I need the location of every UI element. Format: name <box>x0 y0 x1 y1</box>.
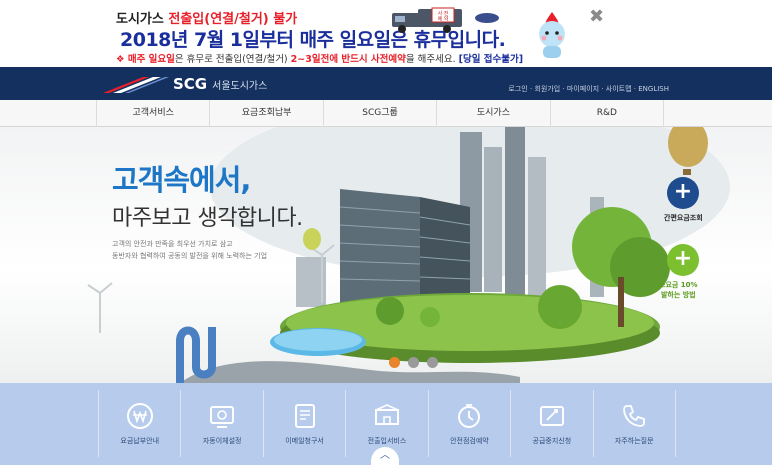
util-english[interactable]: ENGLISH <box>638 85 669 93</box>
nav-item-rnd[interactable]: R&D <box>551 100 665 127</box>
slide-dot-3[interactable] <box>427 357 438 368</box>
safety-check-icon <box>458 404 481 428</box>
save-gas-bill-label[interactable]: 스요금 10% 발하는 방법 <box>659 280 698 300</box>
slide-pager <box>389 357 446 368</box>
util-sitemap[interactable]: 사이트맵 <box>606 85 632 93</box>
quick-item-safety-check[interactable]: 안전점검예약 <box>429 390 512 457</box>
util-mypage[interactable]: 마이페이지 <box>567 85 599 93</box>
svg-text:예 약: 예 약 <box>438 16 449 23</box>
logo-mark-icon <box>103 77 169 93</box>
notice-reservation: 2~3일전에 반드시 사전예약 <box>290 54 406 65</box>
notice-no-same-day: [당일 접수불가] <box>458 54 524 65</box>
email-bill-icon <box>294 404 315 428</box>
save-gas-bill-button[interactable]: + <box>667 244 699 276</box>
quick-item-label: 공급중지신청 <box>532 437 572 445</box>
quick-item-faq[interactable]: 자주하는질문 <box>594 390 676 457</box>
supply-stop-icon <box>539 406 564 426</box>
hero-description: 고객의 안전과 만족을 최우선 가치로 삼고 동반자와 협력하여 공동의 발전을… <box>112 238 267 262</box>
nav-item-city-gas[interactable]: 도시가스 <box>437 100 551 127</box>
quick-bill-lookup-button[interactable]: + <box>667 177 699 209</box>
auto-transfer-icon <box>210 406 235 428</box>
move-service-icon <box>374 404 399 425</box>
quick-item-email-bill[interactable]: 이메일청구서 <box>264 390 347 457</box>
slide-dot-1[interactable] <box>389 357 400 368</box>
notice-bullet: ❖ <box>116 54 128 65</box>
truck-icon: 사 전 예 약 <box>392 7 499 33</box>
hero-title: 고객속에서, <box>112 163 251 197</box>
quick-item-label: 안전점검예약 <box>450 437 489 445</box>
won-coin-icon <box>126 403 153 429</box>
slide-dot-2[interactable] <box>408 357 419 368</box>
hero-banner: 고객속에서, 마주보고 생각합니다. 고객의 안전과 만족을 최우선 가치로 삼… <box>0 127 772 383</box>
main-nav: 고객서비스 요금조회납부 SCG그룹 도시가스 R&D <box>0 100 772 127</box>
mascot-icon <box>539 12 565 58</box>
quick-item-label: 이메일청구서 <box>285 437 324 445</box>
nav-item-scg-group[interactable]: SCG그룹 <box>324 100 438 127</box>
brand-name: SCG <box>173 75 208 93</box>
nav-item-bill-payment[interactable]: 요금조회납부 <box>210 100 324 127</box>
quick-bill-lookup-label[interactable]: 간편요금조회 <box>664 213 703 223</box>
site-header: SCG 서울도시가스 로그인 · 회원가입 · 마이페이지 · 사이트맵 · E… <box>0 67 772 100</box>
notice-tail-text: 을 해주세요. <box>405 54 459 65</box>
hero-description-line-2: 동반자와 협력하여 공동의 발전을 위해 노력하는 기업 <box>112 252 268 260</box>
quick-item-label: 전출입서비스 <box>367 437 407 445</box>
hero-description-line-1: 고객의 안전과 만족을 최우선 가치로 삼고 <box>112 240 233 248</box>
quick-menu: 요금납부안내 자동이체설정 이메일청구서 전출입서비스 안전점검예약 공급중지신… <box>0 383 772 465</box>
notice-mid-text: 은 휴무로 전출입(연결/철거) <box>174 54 291 65</box>
logo[interactable]: SCG 서울도시가스 <box>103 73 267 95</box>
quick-item-label: 요금납부안내 <box>120 437 160 445</box>
quick-item-label: 자동이체설정 <box>202 437 242 445</box>
util-join[interactable]: 회원가입 <box>534 85 560 93</box>
hero-subtitle: 마주보고 생각합니다. <box>112 206 303 231</box>
nav-item-customer-service[interactable]: 고객서비스 <box>97 100 211 127</box>
close-icon[interactable]: ✖ <box>589 6 604 27</box>
notice-banner: 도시가스 전출입(연결/철거) 불가 2018년 7월 1일부터 매주 일요일은… <box>0 0 772 67</box>
quick-item-supply-stop[interactable]: 공급중지신청 <box>511 390 594 457</box>
quick-item-label: 자주하는질문 <box>614 437 654 445</box>
quick-item-auto-transfer[interactable]: 자동이체설정 <box>181 390 264 457</box>
quick-item-payment-guide[interactable]: 요금납부안내 <box>99 390 182 457</box>
faq-phone-icon <box>623 405 646 427</box>
notice-line-3: ❖ 매주 일요일은 휴무로 전출입(연결/철거) 2~3일전에 반드시 사전예약… <box>116 51 523 65</box>
util-login[interactable]: 로그인 <box>508 85 527 93</box>
notice-sunday: 매주 일요일 <box>127 54 175 65</box>
utility-links: 로그인 · 회원가입 · 마이페이지 · 사이트맵 · ENGLISH <box>508 85 669 93</box>
company-name: 서울도시가스 <box>212 80 268 92</box>
